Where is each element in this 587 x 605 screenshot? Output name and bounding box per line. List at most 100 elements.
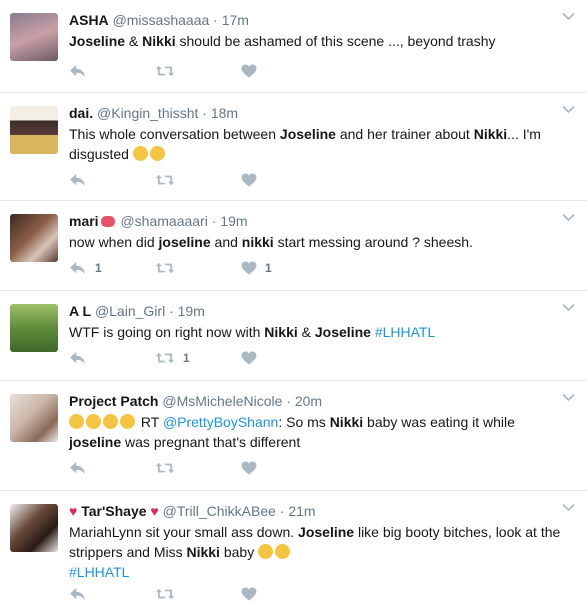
- avatar[interactable]: [10, 214, 58, 262]
- reply-count: 1: [95, 261, 102, 275]
- text-span: baby: [219, 544, 259, 560]
- tears-of-joy-emoji: [69, 414, 84, 429]
- heart-icon: [241, 461, 257, 475]
- tweet[interactable]: A L @Lain_Girl · 19m WTF is going on rig…: [0, 291, 587, 381]
- retweet-icon: [155, 173, 175, 187]
- chevron-down-icon[interactable]: [562, 213, 575, 222]
- tweet[interactable]: Project Patch @MsMicheleNicole · 20m RT …: [0, 381, 587, 491]
- separator-dot: ·: [286, 393, 291, 409]
- retweet-icon: [155, 461, 175, 475]
- chevron-down-icon[interactable]: [562, 503, 575, 512]
- text-span: baby was eating it while: [363, 414, 515, 430]
- retweet-icon: [155, 261, 175, 275]
- timestamp[interactable]: 20m: [295, 393, 322, 409]
- timestamp[interactable]: 21m: [288, 503, 315, 519]
- keyword: joseline: [69, 434, 122, 450]
- timestamp[interactable]: 17m: [222, 12, 249, 28]
- retweet-button[interactable]: [155, 587, 241, 601]
- keyword: joseline: [158, 234, 211, 250]
- avatar[interactable]: [10, 394, 58, 442]
- confused-face-emoji: [132, 146, 148, 161]
- chevron-down-icon[interactable]: [562, 105, 575, 114]
- reply-icon: [69, 587, 87, 601]
- reply-icon: [69, 351, 87, 365]
- handle[interactable]: @Kingin_thissht: [97, 105, 198, 121]
- tears-of-joy-emoji: [258, 544, 274, 559]
- hashtag-link[interactable]: #LHHATL: [375, 324, 435, 340]
- like-button[interactable]: [241, 461, 327, 475]
- display-name[interactable]: ASHA: [69, 12, 109, 28]
- heart-icon: [241, 173, 257, 187]
- keyword: Nikki: [264, 324, 298, 340]
- mention-link[interactable]: @PrettyBoyShann: [163, 414, 278, 430]
- text-span: This whole conversation between: [69, 126, 280, 142]
- retweet-count: 1: [183, 351, 190, 365]
- keyword: Joseline: [279, 126, 336, 142]
- tweet[interactable]: ♥ Tar'Shaye ♥ @Trill_ChikkABee · 21m Mar…: [0, 491, 587, 605]
- separator-dot: ·: [279, 503, 285, 519]
- timestamp[interactable]: 19m: [220, 213, 247, 229]
- chevron-down-icon[interactable]: [562, 303, 575, 312]
- reply-button[interactable]: [69, 173, 155, 187]
- reply-button[interactable]: [69, 351, 155, 365]
- text-span: &: [297, 324, 315, 340]
- tears-of-joy-emoji: [275, 544, 291, 559]
- retweet-icon: [155, 351, 175, 365]
- timestamp[interactable]: 18m: [211, 105, 238, 121]
- tweet[interactable]: ASHA @missashaaaa · 17m Joseline & Nikki…: [0, 0, 587, 93]
- text-span: &: [125, 33, 143, 49]
- handle[interactable]: @Lain_Girl: [95, 303, 165, 319]
- avatar[interactable]: [10, 504, 58, 552]
- display-name[interactable]: Tar'Shaye: [81, 503, 146, 519]
- reply-icon: [69, 461, 87, 475]
- tweet-actions: [69, 64, 327, 78]
- retweet-button[interactable]: 1: [155, 351, 241, 365]
- chevron-down-icon[interactable]: [562, 12, 575, 21]
- timestamp[interactable]: 19m: [178, 303, 205, 319]
- reply-button[interactable]: [69, 461, 155, 475]
- tweet-text: now when did joseline and nikki start me…: [69, 232, 567, 252]
- keyword: Nikki: [473, 126, 508, 142]
- tweet[interactable]: dai. @Kingin_thissht · 18m This whole co…: [0, 93, 587, 201]
- retweet-button[interactable]: [155, 261, 241, 275]
- retweet-button[interactable]: [155, 173, 241, 187]
- handle[interactable]: @Trill_ChikkABee: [163, 503, 276, 519]
- retweet-button[interactable]: [155, 64, 241, 78]
- display-name[interactable]: dai.: [69, 105, 93, 121]
- tweet-text: MariahLynn sit your small ass down. Jose…: [69, 522, 567, 582]
- chevron-down-icon[interactable]: [562, 393, 575, 402]
- tears-of-joy-emoji: [86, 414, 101, 429]
- display-name[interactable]: A L: [69, 303, 91, 319]
- tweet-actions: 1: [69, 351, 327, 365]
- tweet[interactable]: mari @shamaaaari · 19m now when did jose…: [0, 201, 587, 291]
- tweet-actions: [69, 587, 327, 601]
- tweet-text: RT @PrettyBoyShann: So ms Nikki baby was…: [69, 412, 567, 452]
- display-name[interactable]: mari: [69, 213, 99, 229]
- reply-button[interactable]: [69, 587, 155, 601]
- avatar[interactable]: [10, 106, 58, 154]
- tweet-actions: 1 1: [69, 261, 327, 275]
- tweet-actions: [69, 173, 327, 187]
- reply-button[interactable]: [69, 64, 155, 78]
- tweet-text: This whole conversation between Joseline…: [69, 124, 567, 164]
- like-count: 1: [265, 261, 272, 275]
- like-button[interactable]: [241, 64, 327, 78]
- display-name[interactable]: Project Patch: [69, 393, 158, 409]
- reply-button[interactable]: 1: [69, 261, 155, 275]
- keyword: Nikki: [142, 33, 176, 49]
- retweet-button[interactable]: [155, 461, 241, 475]
- handle[interactable]: @missashaaaa: [113, 12, 210, 28]
- tweet-text: Joseline & Nikki should be ashamed of th…: [69, 31, 567, 51]
- heart-icon: [241, 64, 257, 78]
- like-button[interactable]: 1: [241, 261, 327, 275]
- retweet-icon: [155, 587, 175, 601]
- handle[interactable]: @shamaaaari: [120, 213, 207, 229]
- hashtag-link[interactable]: #LHHATL: [69, 564, 129, 580]
- like-button[interactable]: [241, 173, 327, 187]
- like-button[interactable]: [241, 587, 327, 601]
- handle[interactable]: @MsMicheleNicole: [162, 393, 282, 409]
- text-span: start messing around ? sheesh.: [273, 234, 473, 250]
- avatar[interactable]: [10, 13, 58, 61]
- like-button[interactable]: [241, 351, 327, 365]
- avatar[interactable]: [10, 304, 58, 352]
